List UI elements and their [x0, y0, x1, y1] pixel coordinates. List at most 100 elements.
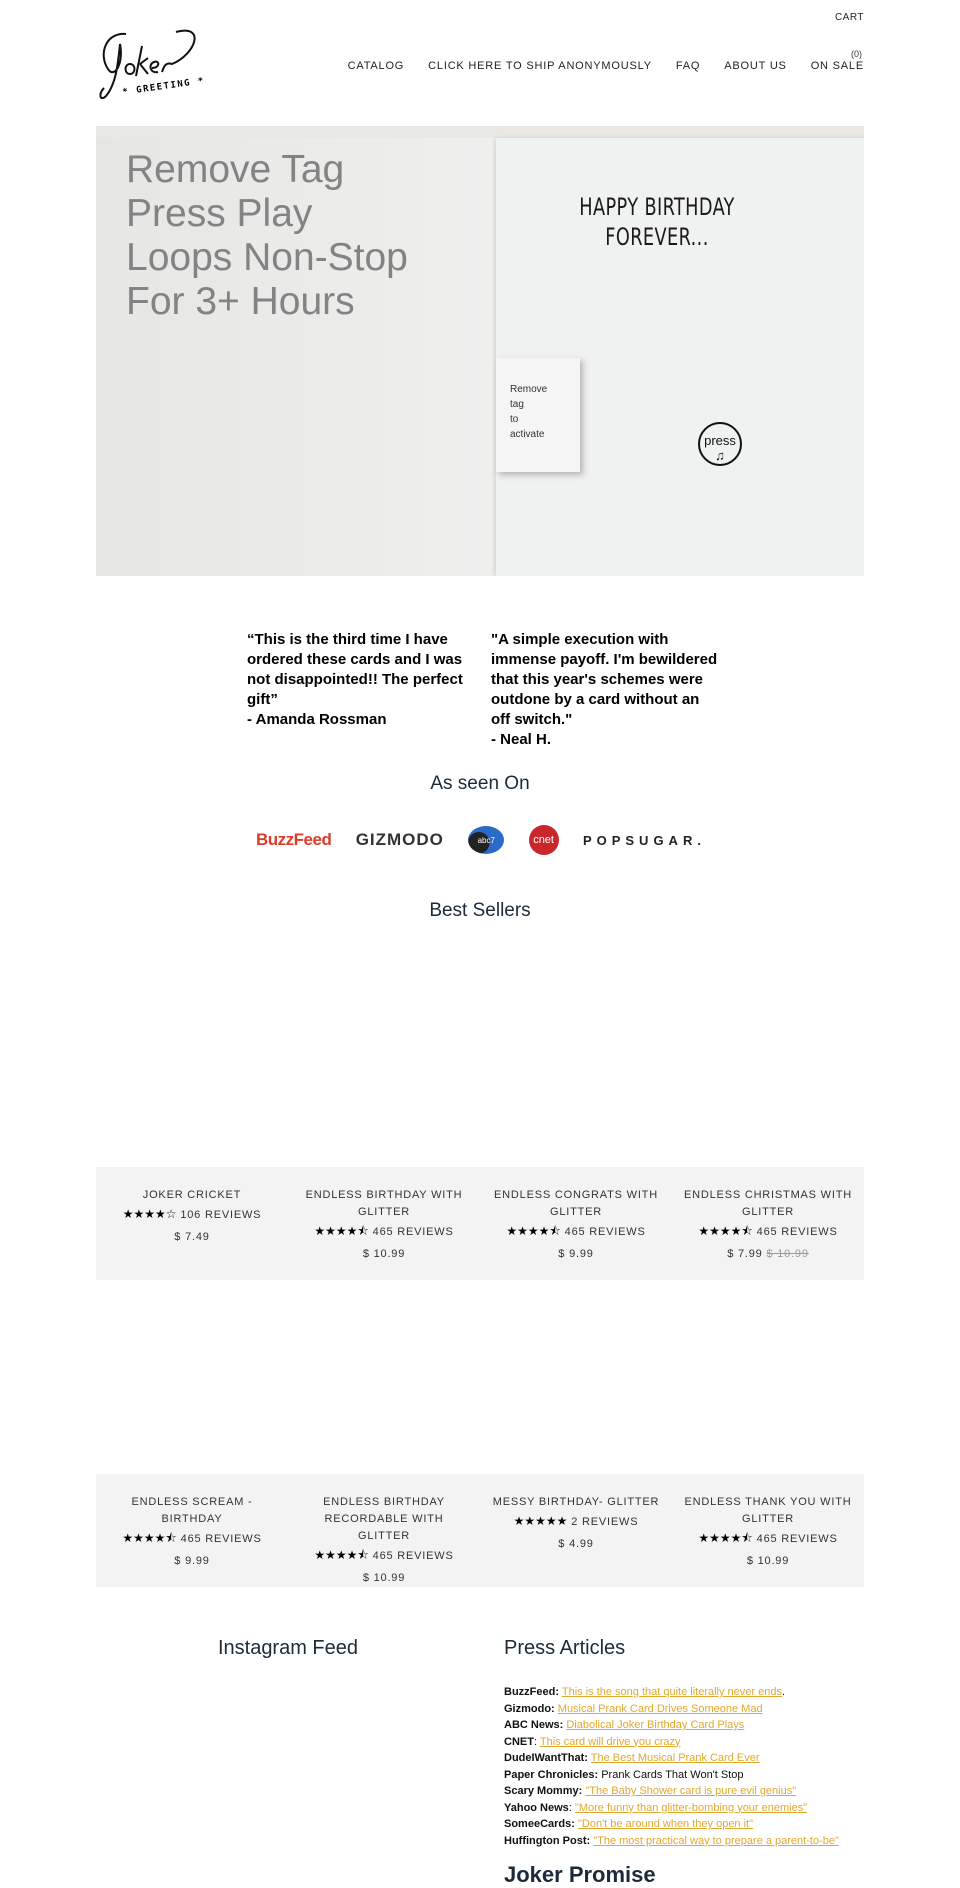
press-articles-title: Press Articles [504, 1637, 626, 1659]
product-name[interactable]: ENDLESS BIRTHDAY WITH GLITTER [288, 1187, 480, 1221]
nav-on-sale[interactable]: ON SALE [811, 60, 864, 72]
press-article-link[interactable]: Musical Prank Card Drives Someone Mad [558, 1703, 763, 1715]
product-card[interactable]: MESSY BIRTHDAY- GLITTER ★★★★★ 2 REVIEWS … [480, 1474, 672, 1587]
product-name[interactable]: ENDLESS SCREAM - BIRTHDAY [96, 1494, 288, 1528]
star-rating-icon: ★★★★⯪ [698, 1531, 753, 1545]
main-nav: CATALOG CLICK HERE TO SHIP ANONYMOUSLY F… [348, 60, 864, 72]
abc7-logo: abc7 [468, 826, 505, 854]
review-count: 465 REVIEWS [564, 1226, 646, 1238]
product-row: ENDLESS SCREAM - BIRTHDAY ★★★★⯪ 465 REVI… [96, 1474, 864, 1587]
press-article-link[interactable]: "Don't be around when they open it" [578, 1818, 753, 1830]
product-price: $ 10.99 [672, 1552, 864, 1570]
product-rating: ★★★★⯪ 465 REVIEWS [288, 1546, 480, 1565]
press-article-item: CNET: This card will drive you crazy [504, 1734, 839, 1751]
product-name[interactable]: MESSY BIRTHDAY- GLITTER [480, 1494, 672, 1511]
product-card[interactable]: JOKER CRICKET ★★★★☆ 106 REVIEWS $ 7.49 [96, 1167, 288, 1280]
nav-faq[interactable]: FAQ [676, 60, 700, 72]
price: $ 7.99 [727, 1248, 763, 1260]
product-rating: ★★★★★ 2 REVIEWS [480, 1512, 672, 1531]
tag-line: activate [510, 429, 545, 440]
press-article-text: Prank Cards That Won't Stop [601, 1768, 744, 1781]
press-separator: : [533, 1735, 538, 1748]
hero-headline: Remove Tag Press Play Loops Non-Stop For… [126, 148, 408, 324]
star-rating-icon: ★★★★⯪ [506, 1224, 561, 1238]
press-logos: BuzzFeed GIZMODO abc7 cnet POPSUGAR. [256, 823, 706, 857]
product-card[interactable]: ENDLESS BIRTHDAY RECORDABLE WITH GLITTER… [288, 1474, 480, 1587]
product-row: JOKER CRICKET ★★★★☆ 106 REVIEWS $ 7.49 EN… [96, 1167, 864, 1280]
press-article-link[interactable]: "More funny than glitter-bombing your en… [575, 1802, 807, 1814]
card-title-line: HAPPY BIRTHDAY [579, 193, 735, 221]
press-article-link[interactable]: This card will drive you crazy [540, 1736, 681, 1748]
joker-greeting-logo[interactable]: * GREETING * [96, 24, 221, 102]
press-article-link[interactable]: This is the song that quite literally ne… [562, 1686, 782, 1698]
product-name[interactable]: ENDLESS CONGRATS WITH GLITTER [480, 1187, 672, 1221]
cart-link[interactable]: CART [835, 12, 864, 23]
press-article-item: Huffington Post: "The most practical way… [504, 1833, 839, 1850]
popsugar-logo: POPSUGAR. [582, 832, 706, 848]
music-note-icon: ♫ [715, 448, 725, 463]
press-article-item: Paper Chronicles: Prank Cards That Won't… [504, 1767, 839, 1784]
press-article-link[interactable]: The Best Musical Prank Card Ever [591, 1752, 760, 1764]
product-name[interactable]: ENDLESS CHRISTMAS WITH GLITTER [672, 1187, 864, 1221]
tag-line: Remove [510, 384, 548, 395]
press-articles-list: BuzzFeed: This is the song that quite li… [504, 1684, 839, 1849]
product-card[interactable]: ENDLESS CHRISTMAS WITH GLITTER ★★★★⯪ 465… [672, 1167, 864, 1280]
product-card[interactable]: ENDLESS THANK YOU WITH GLITTER ★★★★⯪ 465… [672, 1474, 864, 1587]
hero-line: For 3+ Hours [126, 280, 355, 323]
press-article-link[interactable]: "The Baby Shower card is pure evil geniu… [585, 1785, 796, 1797]
product-card[interactable]: ENDLESS BIRTHDAY WITH GLITTER ★★★★⯪ 465 … [288, 1167, 480, 1280]
press-source: SomeeCards: [504, 1818, 575, 1830]
testimonial-author: - Neal H. [491, 731, 552, 748]
press-source: Huffington Post: [504, 1834, 591, 1847]
product-name[interactable]: ENDLESS BIRTHDAY RECORDABLE WITH GLITTER [288, 1494, 480, 1545]
price: $ 7.49 [174, 1231, 210, 1243]
old-price: $ 10.99 [766, 1248, 809, 1260]
price: $ 9.99 [174, 1555, 210, 1567]
product-price: $ 9.99 [96, 1552, 288, 1570]
press-separator: : [568, 1801, 572, 1814]
press-article-item: Yahoo News: "More funny than glitter-bom… [504, 1800, 839, 1817]
press-article-item: Scary Mommy: "The Baby Shower card is pu… [504, 1783, 839, 1800]
press-button-icon: press ♫ [698, 422, 742, 466]
product-price: $ 4.99 [480, 1535, 672, 1553]
product-rating: ★★★★⯪ 465 REVIEWS [672, 1222, 864, 1241]
testimonial: “This is the third time I have ordered t… [247, 630, 477, 730]
product-name[interactable]: JOKER CRICKET [96, 1187, 288, 1204]
hero-line: Press Play [126, 192, 313, 235]
product-rating: ★★★★⯪ 465 REVIEWS [672, 1529, 864, 1548]
product-name[interactable]: ENDLESS THANK YOU WITH GLITTER [672, 1494, 864, 1528]
product-price: $ 7.99 $ 10.99 [672, 1245, 864, 1263]
review-count: 465 REVIEWS [756, 1533, 838, 1545]
card-title: HAPPY BIRTHDAY FOREVER... [525, 192, 789, 252]
product-card[interactable]: ENDLESS SCREAM - BIRTHDAY ★★★★⯪ 465 REVI… [96, 1474, 288, 1587]
press-article-link[interactable]: Diabolical Joker Birthday Card Plays [566, 1719, 744, 1731]
press-source: Gizmodo: [504, 1702, 555, 1715]
star-rating-icon: ★★★★⯪ [122, 1531, 177, 1545]
tag-line: tag [510, 399, 524, 410]
product-rating: ★★★★⯪ 465 REVIEWS [96, 1529, 288, 1548]
card-title-line: FOREVER... [605, 223, 709, 251]
tag-line: to [510, 414, 519, 425]
hero-banner[interactable]: Remove Tag Press Play Loops Non-Stop For… [96, 126, 864, 576]
testimonial-quote: "A simple execution with immense payoff.… [491, 631, 718, 728]
hero-line: Remove Tag [126, 148, 345, 191]
gizmodo-logo: GIZMODO [355, 830, 444, 849]
star-rating-icon: ★★★★⯪ [314, 1224, 369, 1238]
press-article-link[interactable]: "The most practical way to prepare a par… [593, 1835, 839, 1847]
testimonial: "A simple execution with immense payoff.… [491, 630, 721, 750]
press-source: BuzzFeed: [504, 1686, 559, 1698]
star-rating-icon: ★★★★★ [513, 1514, 568, 1528]
nav-about-us[interactable]: ABOUT US [724, 60, 786, 72]
star-rating-icon: ★★★★⯪ [698, 1224, 753, 1238]
nav-catalog[interactable]: CATALOG [348, 60, 405, 72]
review-count: 465 REVIEWS [372, 1226, 454, 1238]
product-price: $ 7.49 [96, 1228, 288, 1246]
price: $ 10.99 [746, 1555, 790, 1567]
as-seen-on-title: As seen On [430, 773, 530, 794]
press-article-item: BuzzFeed: This is the song that quite li… [504, 1684, 839, 1701]
press-source: CNET [504, 1735, 534, 1748]
press-source: Yahoo News [504, 1801, 569, 1814]
nav-ship-anonymously[interactable]: CLICK HERE TO SHIP ANONYMOUSLY [428, 60, 652, 72]
product-card[interactable]: ENDLESS CONGRATS WITH GLITTER ★★★★⯪ 465 … [480, 1167, 672, 1280]
product-price: $ 10.99 [288, 1245, 480, 1263]
